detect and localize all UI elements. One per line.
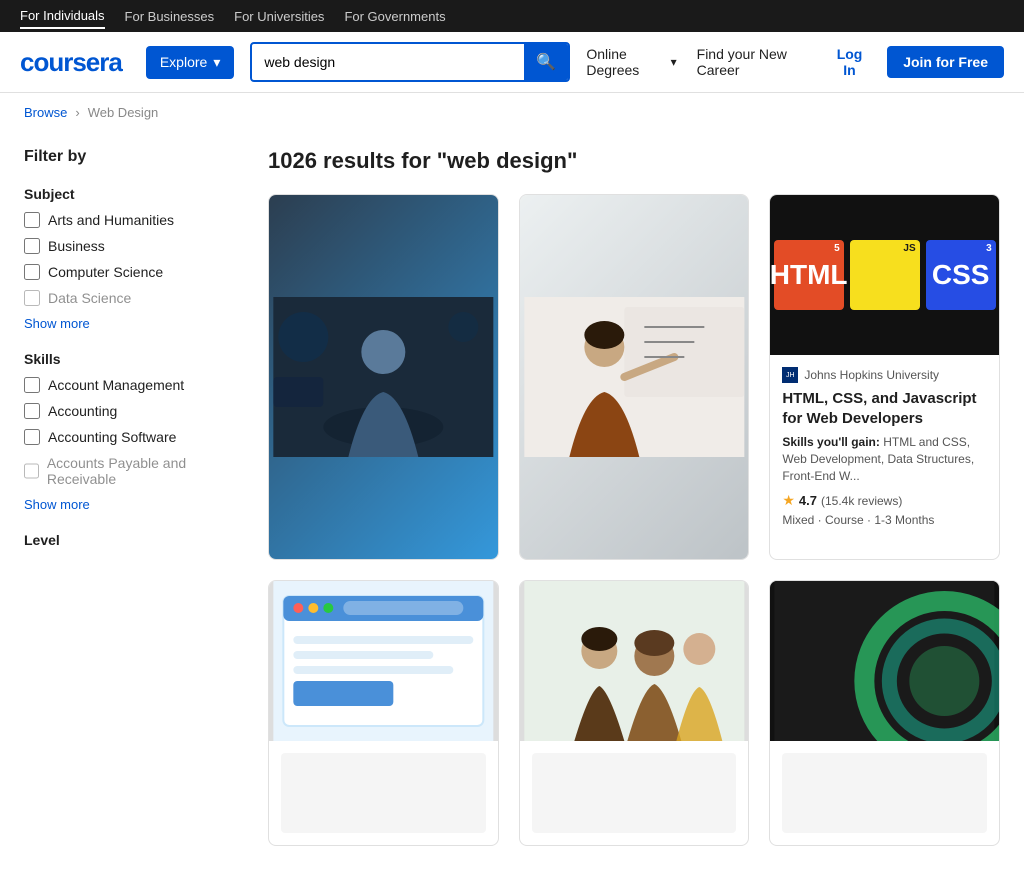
course-skills-jhu: Skills you'll gain: HTML and CSS, Web De… [782, 434, 987, 484]
rating-value-jhu: 4.7 [799, 493, 817, 508]
login-button[interactable]: Log In [832, 46, 867, 78]
search-input[interactable] [252, 46, 524, 78]
search-bar: 🔍 [250, 42, 570, 82]
course-card-body-michigan: M University of Michigan Web Design for … [269, 559, 498, 560]
main-content: Filter by Subject Arts and Humanities Bu… [0, 132, 1024, 870]
css-badge: 3 CSS [926, 240, 996, 310]
explore-chevron-icon: ▾ [213, 54, 220, 71]
course-placeholder-4 [281, 753, 486, 833]
nav-governments[interactable]: For Governments [344, 5, 445, 28]
breadcrumb-current: Web Design [88, 105, 159, 120]
course-card-google[interactable]: G Google Google UX Design Skills you'll … [519, 194, 750, 560]
arts-checkbox[interactable] [24, 212, 40, 228]
course-card-michigan[interactable]: M University of Michigan Web Design for … [268, 194, 499, 560]
course-provider-jhu: JH Johns Hopkins University [782, 367, 987, 383]
am-label: Account Management [48, 377, 184, 393]
ap-checkbox[interactable] [24, 463, 39, 479]
results-grid: M University of Michigan Web Design for … [268, 194, 1000, 846]
filter-data-science[interactable]: Data Science [24, 290, 244, 306]
logo: coursera [20, 47, 122, 78]
course-placeholder-6 [782, 753, 987, 833]
breadcrumb-browse[interactable]: Browse [24, 105, 67, 120]
search-button[interactable]: 🔍 [524, 44, 568, 80]
course-card-body-6 [770, 741, 999, 845]
breadcrumb-separator: › [75, 105, 79, 120]
show-more-subject[interactable]: Show more [24, 316, 244, 331]
filter-title: Filter by [24, 148, 244, 166]
filter-accounting-software[interactable]: Accounting Software [24, 429, 244, 445]
filter-computer-science[interactable]: Computer Science [24, 264, 244, 280]
nav-universities[interactable]: For Universities [234, 5, 324, 28]
as-checkbox[interactable] [24, 429, 40, 445]
course-placeholder-5 [532, 753, 737, 833]
explore-button[interactable]: Explore ▾ [146, 46, 235, 79]
filter-arts-humanities[interactable]: Arts and Humanities [24, 212, 244, 228]
course-image-5 [520, 581, 749, 741]
course-card-body-5 [520, 741, 749, 845]
course-image-4 [269, 581, 498, 741]
provider-name-jhu: Johns Hopkins University [804, 368, 939, 382]
course-rating-jhu: ★ 4.7 (15.4k reviews) [782, 492, 987, 509]
business-checkbox[interactable] [24, 238, 40, 254]
breadcrumb: Browse › Web Design [0, 93, 1024, 132]
results-header: 1026 results for "web design" [268, 132, 1000, 174]
course-image-michigan [269, 195, 498, 559]
cs-checkbox[interactable] [24, 264, 40, 280]
explore-label: Explore [160, 54, 207, 70]
header: coursera Explore ▾ 🔍 Online Degrees Find… [0, 32, 1024, 93]
subject-section-title: Subject [24, 186, 244, 202]
online-degrees-button[interactable]: Online Degrees [586, 46, 676, 78]
html-badge: 5 HTML [774, 240, 844, 310]
as-label: Accounting Software [48, 429, 176, 445]
skills-section-title: Skills [24, 351, 244, 367]
nav-businesses[interactable]: For Businesses [125, 5, 215, 28]
course-card-5[interactable] [519, 580, 750, 846]
join-button[interactable]: Join for Free [887, 46, 1004, 78]
ds-checkbox[interactable] [24, 290, 40, 306]
course-card-body-google: G Google Google UX Design Skills you'll … [520, 559, 749, 560]
ap-label: Accounts Payable and Receivable [47, 455, 244, 487]
filter-business[interactable]: Business [24, 238, 244, 254]
filter-accounts-payable[interactable]: Accounts Payable and Receivable [24, 455, 244, 487]
js-badge: JS [850, 240, 920, 310]
ds-label: Data Science [48, 290, 131, 306]
top-nav: For Individuals For Businesses For Unive… [0, 0, 1024, 32]
show-more-skills[interactable]: Show more [24, 497, 244, 512]
rating-count-jhu: (15.4k reviews) [821, 494, 902, 508]
course-card-6[interactable] [769, 580, 1000, 846]
filter-accounting[interactable]: Accounting [24, 403, 244, 419]
jhu-logo: JH [782, 367, 798, 383]
course-card-body-4 [269, 741, 498, 845]
acc-checkbox[interactable] [24, 403, 40, 419]
course-image-jhu: 5 HTML JS 3 CSS [770, 195, 999, 355]
filter-account-management[interactable]: Account Management [24, 377, 244, 393]
course-image-google [520, 195, 749, 559]
course-card-body-jhu: JH Johns Hopkins University HTML, CSS, a… [770, 355, 999, 539]
results-area: 1026 results for "web design" [268, 132, 1000, 846]
arts-label: Arts and Humanities [48, 212, 174, 228]
sidebar: Filter by Subject Arts and Humanities Bu… [24, 132, 244, 846]
find-career-link[interactable]: Find your New Career [697, 46, 812, 78]
course-title-jhu: HTML, CSS, and Javascript for Web Develo… [782, 389, 987, 428]
acc-label: Accounting [48, 403, 117, 419]
header-right: Online Degrees Find your New Career Log … [586, 46, 1004, 78]
cs-label: Computer Science [48, 264, 163, 280]
nav-individuals[interactable]: For Individuals [20, 4, 105, 29]
star-icon: ★ [782, 492, 795, 509]
course-card-jhu[interactable]: 5 HTML JS 3 CSS JH Johns Hopkins Univers… [769, 194, 1000, 560]
search-icon: 🔍 [536, 54, 556, 71]
level-section-title: Level [24, 532, 244, 548]
course-image-6 [770, 581, 999, 741]
course-meta-jhu: Mixed · Course · 1-3 Months [782, 513, 987, 527]
course-card-4[interactable] [268, 580, 499, 846]
business-label: Business [48, 238, 105, 254]
am-checkbox[interactable] [24, 377, 40, 393]
